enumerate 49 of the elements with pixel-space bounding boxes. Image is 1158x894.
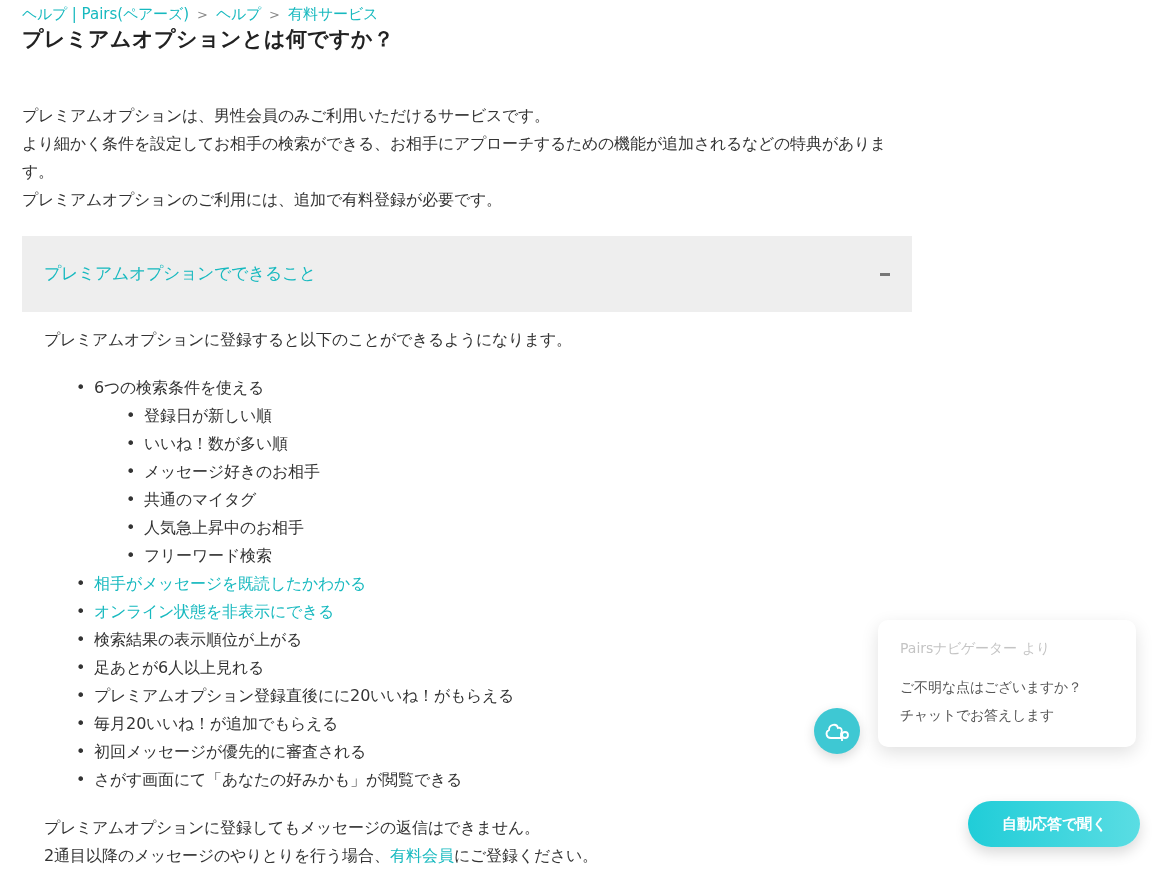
feature-item: 毎月20いいね！が追加でもらえる — [94, 714, 339, 734]
paragraph: プレミアムオプションは、男性会員のみご利用いただけるサービスです。 — [22, 105, 551, 128]
list-bullet: • — [76, 769, 87, 792]
paragraph: より細かく条件を設定してお相手の検索ができる、お相手にアプローチするための機能が追加されるなどの特典があります。 — [22, 133, 887, 184]
feature-item: プレミアムオプション登録直後にに20いいね！がもらえる — [94, 686, 515, 706]
chat-message: チャットでお答えします — [900, 706, 1055, 725]
feature-item: フリーワード検索 — [144, 546, 272, 566]
feature-item: 6つの検索条件を使える — [94, 378, 265, 398]
paragraph: プレミアムオプションのご利用には、追加で有料登録が必要です。 — [22, 189, 503, 212]
feature-item: 人気急上昇中のお相手 — [144, 518, 304, 538]
accordion-title: プレミアムオプションでできること — [44, 262, 316, 286]
chat-message: ご不明な点はございますか？ — [900, 678, 1083, 697]
list-bullet: • — [76, 601, 87, 624]
feature-item: 検索結果の表示順位が上がる — [94, 630, 302, 650]
breadcrumb-link[interactable]: ヘルプ — [215, 5, 261, 23]
breadcrumb-separator: > — [197, 7, 208, 22]
feature-item: 共通のマイタグ — [144, 490, 256, 510]
feature-item: 足あとが6人以上見れる — [94, 658, 265, 678]
paragraph: 2通目以降のメッセージのやりとりを行う場合、有料会員にご登録ください。 — [44, 845, 600, 868]
feature-link[interactable]: 相手がメッセージを既読したかわかる — [94, 574, 366, 594]
page-title: プレミアムオプションとは何ですか？ — [22, 27, 395, 53]
breadcrumb-link[interactable]: ヘルプ | Pairs(ペアーズ) — [22, 5, 189, 23]
list-bullet: • — [76, 685, 87, 708]
feature-item: メッセージ好きのお相手 — [144, 462, 320, 482]
feature-item: いいね！数が多い順 — [144, 434, 288, 454]
breadcrumb-separator: > — [268, 7, 280, 22]
auto-reply-button[interactable]: 自動応答で聞く — [968, 801, 1140, 847]
list-bullet: • — [126, 545, 137, 568]
list-bullet: • — [126, 405, 137, 428]
feature-item: 登録日が新しい順 — [144, 406, 272, 426]
list-bullet: • — [126, 461, 137, 484]
list-bullet: • — [126, 489, 137, 512]
breadcrumb-link[interactable]: 有料サービス — [287, 5, 378, 23]
list-bullet: • — [126, 517, 137, 540]
list-bullet: • — [76, 629, 87, 652]
chat-avatar[interactable] — [814, 708, 860, 754]
paragraph: プレミアムオプションに登録してもメッセージの返信はできません。 — [44, 817, 541, 840]
feature-item: 初回メッセージが優先的に審査される — [94, 742, 366, 762]
list-bullet: • — [76, 377, 87, 400]
list-bullet: • — [76, 741, 87, 764]
list-bullet: • — [76, 657, 87, 680]
list-bullet: • — [126, 433, 137, 456]
feature-link[interactable]: オンライン状態を非表示にできる — [94, 602, 334, 622]
list-bullet: • — [76, 573, 87, 596]
paragraph: プレミアムオプションに登録すると以下のことができるようになります。 — [44, 329, 573, 352]
list-bullet: • — [76, 713, 87, 736]
accordion-header[interactable]: プレミアムオプションでできること — [22, 236, 912, 313]
feature-item: さがす画面にて「あなたの好みかも」が閲覧できる — [94, 770, 462, 790]
inline-link[interactable]: 有料会員 — [390, 846, 455, 866]
